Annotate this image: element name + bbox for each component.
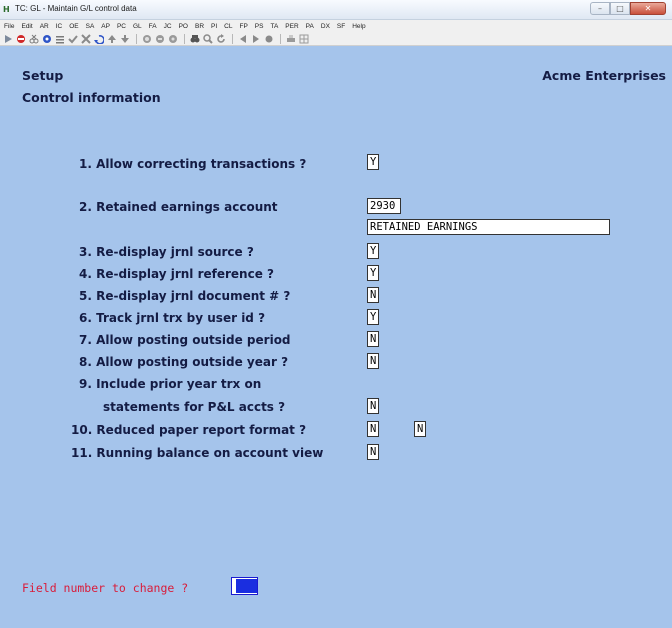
toolbar-separator xyxy=(280,33,281,44)
field-number-input[interactable] xyxy=(231,577,258,595)
toolbar xyxy=(0,32,672,46)
menu-bar: File Edit AR IC OE SA AP PC GL FA JC PO … xyxy=(0,20,672,32)
toolbar-separator xyxy=(184,33,185,44)
field-6-label: 6. Track jrnl trx by user id ? xyxy=(79,311,266,325)
toolbar-separator xyxy=(232,33,233,44)
field-1-input[interactable]: Y xyxy=(367,154,379,170)
print-icon[interactable] xyxy=(286,34,296,44)
field-9-label: 9. Include prior year trx on xyxy=(79,377,262,391)
field-9-label-cont: statements for P&L accts ? xyxy=(103,400,286,414)
field-6-input[interactable]: Y xyxy=(367,309,379,325)
field-3-input[interactable]: Y xyxy=(367,243,379,259)
binoculars-icon[interactable] xyxy=(190,34,200,44)
field-7-input[interactable]: N xyxy=(367,331,379,347)
company-name: Acme Enterprises xyxy=(542,68,666,83)
menu-jc[interactable]: JC xyxy=(164,23,172,30)
field-8-label: 8. Allow posting outside year ? xyxy=(79,355,289,369)
menu-help[interactable]: Help xyxy=(352,23,365,30)
menu-sf[interactable]: SF xyxy=(337,23,345,30)
circle-2-icon[interactable] xyxy=(155,34,165,44)
field-5-label: 5. Re-display jrnl document # ? xyxy=(79,289,291,303)
field-5-input[interactable]: N xyxy=(367,287,379,303)
field-3-label: 3. Re-display jrnl source ? xyxy=(79,245,254,259)
menu-gl[interactable]: GL xyxy=(133,23,142,30)
field-2-description: RETAINED EARNINGS xyxy=(367,219,610,235)
menu-oe[interactable]: OE xyxy=(69,23,78,30)
menu-cl[interactable]: CL xyxy=(224,23,232,30)
menu-ar[interactable]: AR xyxy=(40,23,49,30)
menu-pc[interactable]: PC xyxy=(117,23,126,30)
field-9-input[interactable]: N xyxy=(367,398,379,414)
check-icon[interactable] xyxy=(68,34,78,44)
record-icon[interactable] xyxy=(264,34,274,44)
menu-ap[interactable]: AP xyxy=(101,23,110,30)
refresh-icon[interactable] xyxy=(216,33,226,44)
app-window: H TC: GL - Maintain G/L control data – □… xyxy=(0,0,672,628)
page-title: Control information xyxy=(22,90,161,105)
menu-file[interactable]: File xyxy=(4,23,14,30)
menu-fp[interactable]: FP xyxy=(239,23,247,30)
menu-dx[interactable]: DX xyxy=(321,23,330,30)
menu-fa[interactable]: FA xyxy=(149,23,157,30)
prev-icon[interactable] xyxy=(238,34,248,44)
menu-ta[interactable]: TA xyxy=(270,23,278,30)
next-icon[interactable] xyxy=(251,34,261,44)
toolbar-separator xyxy=(136,33,137,44)
window-title: TC: GL - Maintain G/L control data xyxy=(15,4,137,13)
field-10-label: 10. Reduced paper report format ? xyxy=(71,423,307,437)
menu-po[interactable]: PO xyxy=(179,23,188,30)
field-2-input[interactable]: 2930 xyxy=(367,198,401,214)
menu-br[interactable]: BR xyxy=(195,23,204,30)
circle-3-icon[interactable] xyxy=(168,34,178,44)
menu-per[interactable]: PER xyxy=(285,23,298,30)
gear-icon[interactable] xyxy=(42,34,52,44)
screen-mode: Setup xyxy=(22,68,64,83)
minimize-icon[interactable]: – xyxy=(590,2,610,15)
menu-edit[interactable]: Edit xyxy=(21,23,32,30)
down-arrow-icon[interactable] xyxy=(120,34,130,44)
menu-ps[interactable]: PS xyxy=(255,23,264,30)
field-1-label: 1. Allow correcting transactions ? xyxy=(79,157,307,171)
up-arrow-icon[interactable] xyxy=(107,34,117,44)
list-icon[interactable] xyxy=(55,34,65,44)
field-7-label: 7. Allow posting outside period xyxy=(79,333,291,347)
zoom-icon[interactable] xyxy=(203,33,213,44)
screen-header-strip xyxy=(0,46,672,64)
field-11-input[interactable]: N xyxy=(367,444,379,460)
circle-1-icon[interactable] xyxy=(142,34,152,44)
close-icon[interactable]: ✕ xyxy=(630,2,666,15)
field-2-label: 2. Retained earnings account xyxy=(79,200,278,214)
cut-icon[interactable] xyxy=(29,34,39,44)
window-controls: – □ ✕ xyxy=(590,2,666,16)
field-4-input[interactable]: Y xyxy=(367,265,379,281)
undo-icon[interactable] xyxy=(94,34,104,44)
field-11-label: 11. Running balance on account view xyxy=(71,446,324,460)
field-8-input[interactable]: N xyxy=(367,353,379,369)
grid-icon[interactable] xyxy=(299,34,309,44)
field-10-input-2[interactable]: N xyxy=(414,421,426,437)
field-10-input[interactable]: N xyxy=(367,421,379,437)
field-number-prompt: Field number to change ? xyxy=(22,581,189,595)
field-4-label: 4. Re-display jrnl reference ? xyxy=(79,267,274,281)
stop-icon[interactable] xyxy=(16,34,26,44)
run-icon[interactable] xyxy=(3,34,13,44)
app-icon: H xyxy=(3,5,10,14)
menu-ic[interactable]: IC xyxy=(56,23,63,30)
title-bar: H TC: GL - Maintain G/L control data – □… xyxy=(0,0,672,20)
cancel-x-icon[interactable] xyxy=(81,33,91,44)
text-cursor xyxy=(236,579,257,593)
menu-pa[interactable]: PA xyxy=(306,23,314,30)
maximize-icon[interactable]: □ xyxy=(610,2,630,15)
menu-sa[interactable]: SA xyxy=(86,23,95,30)
menu-pi[interactable]: PI xyxy=(211,23,217,30)
